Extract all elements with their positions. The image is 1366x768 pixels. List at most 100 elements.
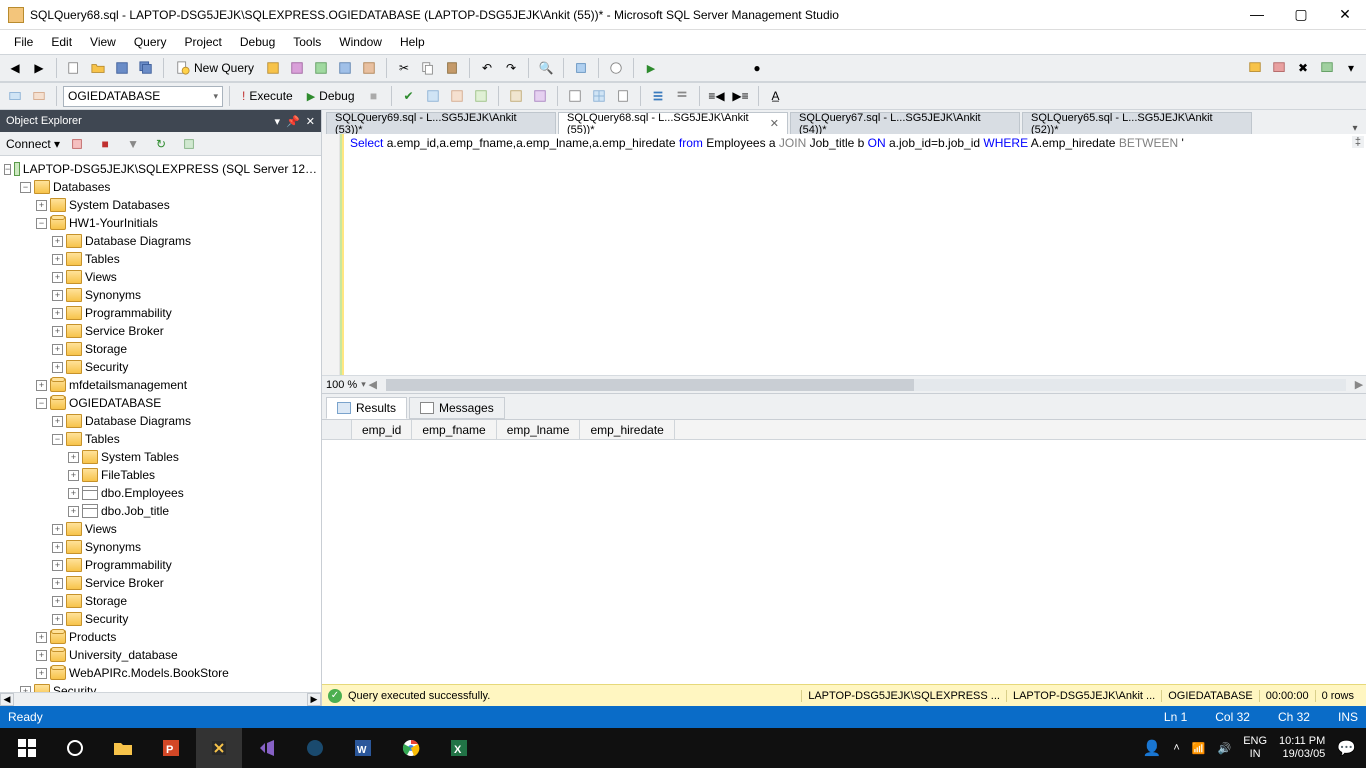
menu-file[interactable]: File [6,33,41,51]
nav-fwd-button[interactable]: ▶ [28,57,50,79]
object-explorer-button[interactable] [1268,57,1290,79]
tree-sysdb[interactable]: System Databases [69,198,170,212]
tree-syn[interactable]: Synonyms [85,288,141,302]
tree-systables[interactable]: System Tables [101,450,179,464]
ssms-button[interactable] [196,728,242,768]
tray-language[interactable]: ENG IN [1243,735,1267,761]
code-editor[interactable]: Select a.emp_id,a.emp_fname,a.emp_lname,… [322,134,1366,394]
refresh-button[interactable]: ↻ [150,133,172,155]
mdx-query-button[interactable] [310,57,332,79]
connect-dropdown[interactable]: Connect ▾ [6,137,60,151]
include-plan-button[interactable] [505,85,527,107]
cut-button[interactable]: ✂ [393,57,415,79]
menu-tools[interactable]: Tools [285,33,329,51]
tab-query67[interactable]: SQLQuery67.sql - L...SG5JEJK\Ankit (54))… [790,112,1020,134]
editor-hscroll[interactable]: 100 % ▾ ◀ ▶ [322,375,1366,393]
object-explorer-hscroll[interactable]: ◀▶ [0,692,321,706]
paste-button[interactable] [441,57,463,79]
menu-view[interactable]: View [82,33,124,51]
powerpoint-button[interactable]: P [148,728,194,768]
breakpoint-button[interactable]: ● [746,57,768,79]
tree-products[interactable]: Products [69,630,116,644]
menu-help[interactable]: Help [392,33,433,51]
tree-prog[interactable]: Programmability [85,306,172,320]
solution-button[interactable] [570,57,592,79]
menu-project[interactable]: Project [177,33,230,51]
connect-button[interactable] [4,85,26,107]
tree-tables[interactable]: Tables [85,252,120,266]
tree-prog2[interactable]: Programmability [85,558,172,572]
tree-storage[interactable]: Storage [85,342,127,356]
col-emp-hiredate[interactable]: emp_hiredate [580,420,674,439]
registered-servers-button[interactable] [1244,57,1266,79]
tree-security3[interactable]: Security [53,684,96,692]
cancel-query-button[interactable]: ■ [363,85,385,107]
db-engine-query-button[interactable] [262,57,284,79]
tree-views[interactable]: Views [85,270,117,284]
panel-pin-button[interactable]: 📌 [286,115,300,128]
tabs-overflow-button[interactable]: ▾ [1348,123,1366,134]
change-connection-button[interactable] [28,85,50,107]
object-explorer-tree[interactable]: −LAPTOP-DSG5JEJK\SQLEXPRESS (SQL Server … [0,156,321,692]
results-file-button[interactable] [612,85,634,107]
include-stats-button[interactable] [529,85,551,107]
tab-results[interactable]: Results [326,397,407,419]
intellisense-button[interactable] [470,85,492,107]
minimize-button[interactable]: — [1244,6,1270,23]
properties-button[interactable] [1316,57,1338,79]
find-button[interactable]: 🔍 [535,57,557,79]
menu-window[interactable]: Window [331,33,390,51]
estimated-plan-button[interactable] [422,85,444,107]
zoom-combo[interactable]: 100 % [322,379,361,391]
filter-button[interactable]: ▼ [122,133,144,155]
results-text-button[interactable] [564,85,586,107]
save-button[interactable] [111,57,133,79]
query-options-button[interactable] [446,85,468,107]
file-explorer-button[interactable] [100,728,146,768]
tab-query68[interactable]: SQLQuery68.sql - L...SG5JEJK\Ankit (55))… [558,112,788,134]
col-emp-id[interactable]: emp_id [352,420,412,439]
tree-server[interactable]: LAPTOP-DSG5JEJK\SQLEXPRESS (SQL Server 1… [23,162,317,176]
start-button[interactable] [4,728,50,768]
tree-jobt[interactable]: dbo.Job_title [101,504,169,518]
tab-close-button[interactable]: ✕ [770,117,779,130]
copy-button[interactable] [417,57,439,79]
tree-univ[interactable]: University_database [69,648,178,662]
undo-button[interactable]: ↶ [476,57,498,79]
execute-button[interactable]: ! Execute [236,89,299,103]
tree-svcbrk[interactable]: Service Broker [85,324,164,338]
xmla-query-button[interactable] [358,57,380,79]
increase-indent-button[interactable]: ▶≡ [730,85,752,107]
visual-studio-button[interactable] [244,728,290,768]
tree-svcbrk2[interactable]: Service Broker [85,576,164,590]
results-grid-button[interactable] [588,85,610,107]
tree-syn2[interactable]: Synonyms [85,540,141,554]
tree-dbdiag2[interactable]: Database Diagrams [85,414,191,428]
tree-hw1[interactable]: HW1-YourInitials [69,216,158,230]
nav-back-button[interactable]: ◀ [4,57,26,79]
uncomment-button[interactable] [671,85,693,107]
tray-volume-icon[interactable]: 🔊 [1217,742,1231,755]
debug-button[interactable]: ▶ Debug [301,89,361,103]
panel-close-button[interactable]: ✕ [306,115,315,128]
tree-emp[interactable]: dbo.Employees [101,486,184,500]
excel-button[interactable]: X [436,728,482,768]
tab-query69[interactable]: SQLQuery69.sql - L...SG5JEJK\Ankit (53))… [326,112,556,134]
redo-button[interactable]: ↷ [500,57,522,79]
toolbox-button[interactable]: ▾ [1340,57,1362,79]
tray-network-icon[interactable]: 📶 [1192,742,1206,755]
chrome-button[interactable] [388,728,434,768]
tab-query65[interactable]: SQLQuery65.sql - L...SG5JEJK\Ankit (52))… [1022,112,1252,134]
analysis-query-button[interactable] [286,57,308,79]
menu-debug[interactable]: Debug [232,33,283,51]
app-button[interactable] [292,728,338,768]
cortana-button[interactable] [52,728,98,768]
start-button[interactable]: ▶ [640,57,662,79]
col-emp-fname[interactable]: emp_fname [412,420,496,439]
tree-security[interactable]: Security [85,360,128,374]
tray-notifications-icon[interactable]: 💬 [1337,739,1356,757]
tree-security2[interactable]: Security [85,612,128,626]
tree-dbdiag[interactable]: Database Diagrams [85,234,191,248]
tree-mfd[interactable]: mfdetailsmanagement [69,378,187,392]
tree-storage2[interactable]: Storage [85,594,127,608]
